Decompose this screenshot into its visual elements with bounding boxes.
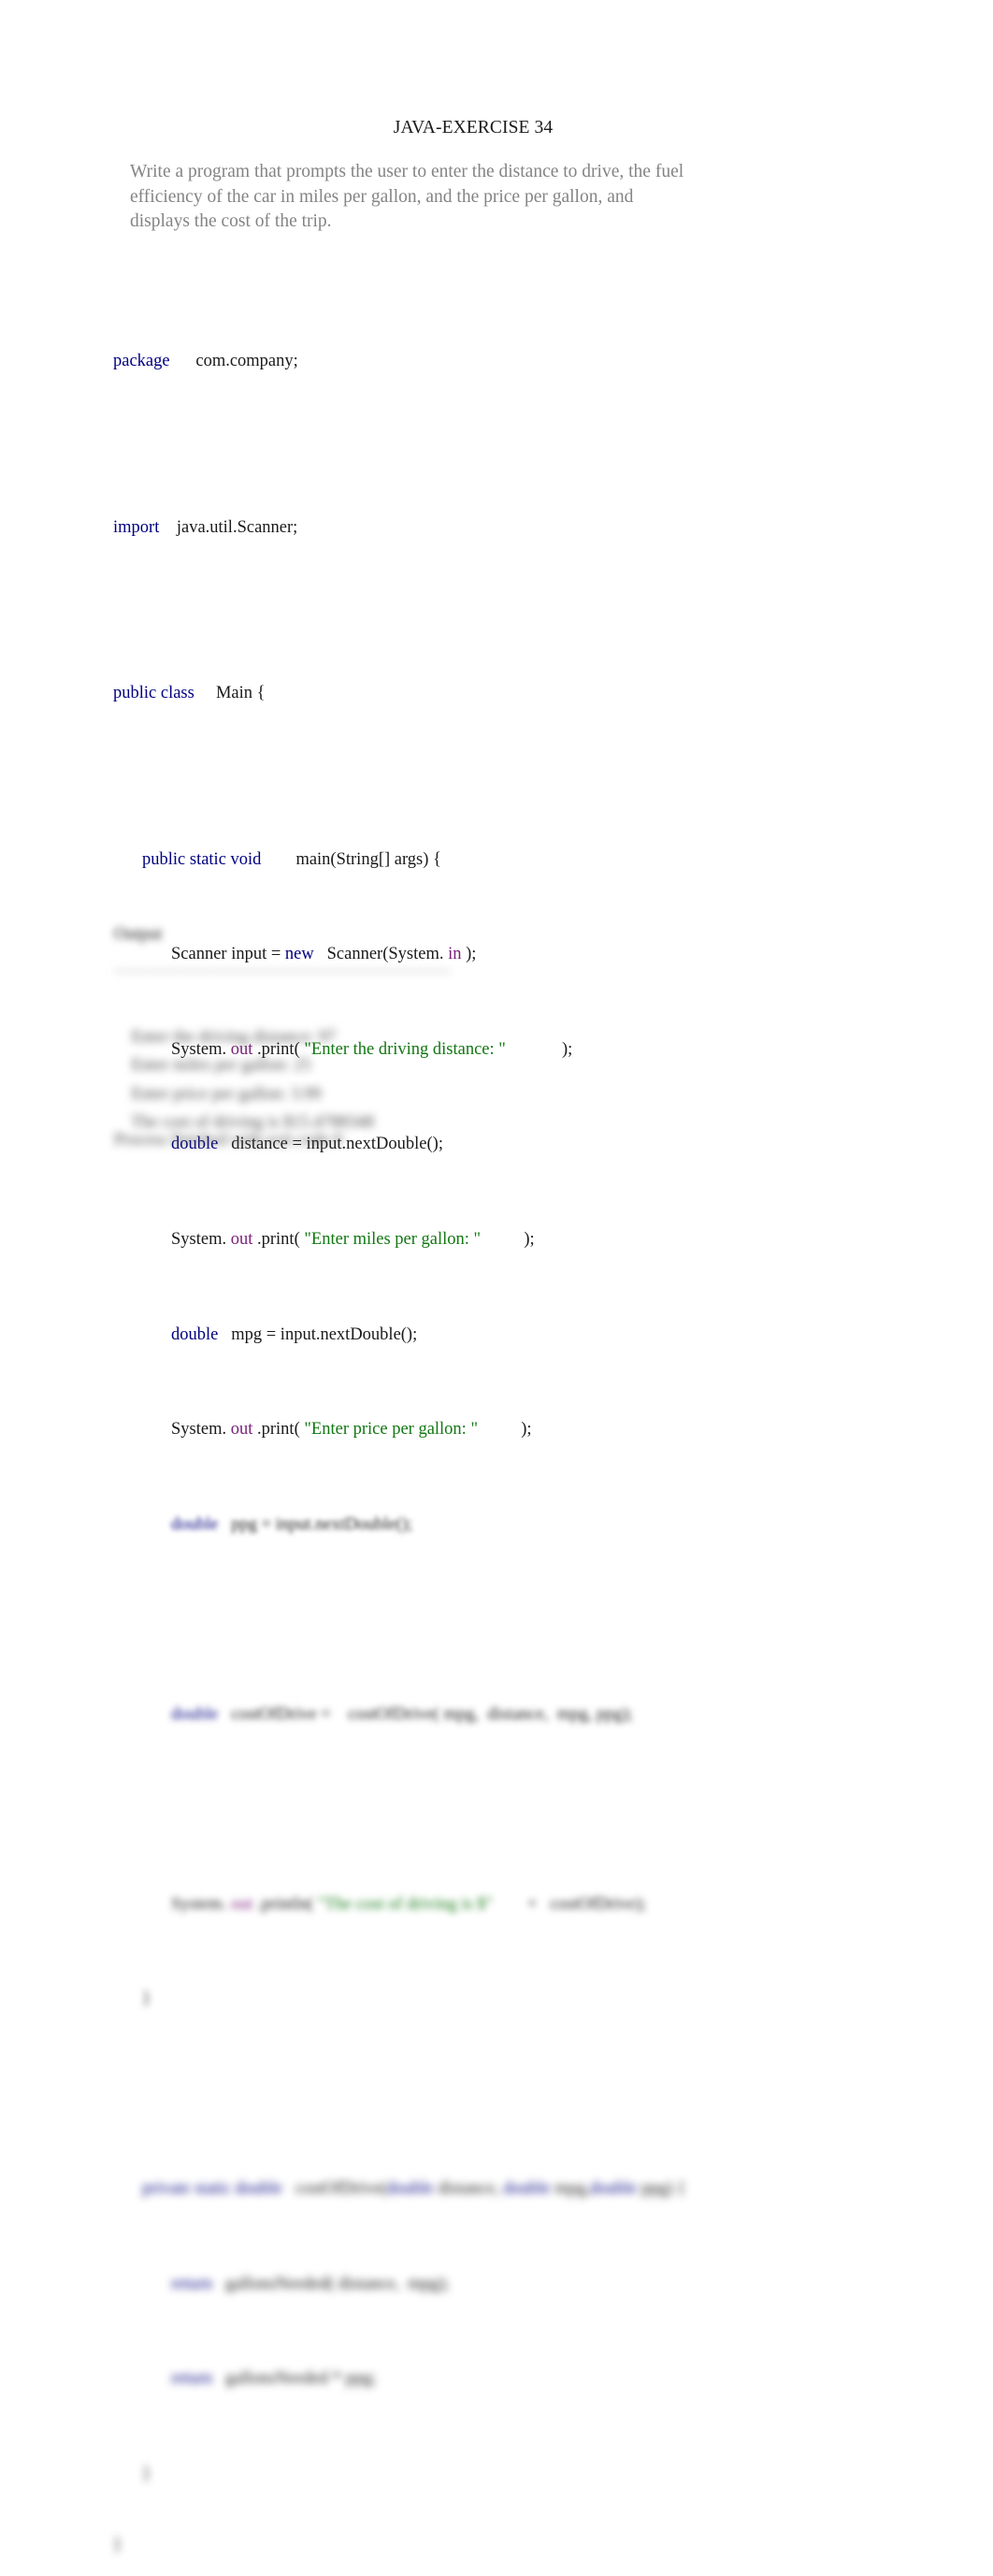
keyword-public-class: public class [113, 684, 194, 703]
decl-ppg: ppg = input.nextDouble(); [218, 1514, 413, 1534]
exercise-description: Write a program that prompts the user to… [130, 162, 684, 232]
page-title: JAVA-EXERCISE 34 [393, 118, 554, 137]
keyword-private-static-double: private static double [142, 2179, 283, 2199]
code-line-close-class: } [113, 2536, 122, 2555]
system-prefix: System. [171, 1894, 231, 1914]
code-line-decl-ppg: double ppg = input.nextDouble(); [113, 1513, 936, 1537]
import-name: java.util.Scanner; [176, 517, 298, 537]
keyword-double: double [171, 1704, 219, 1724]
keyword-double: double [171, 1324, 219, 1344]
console-line: Enter price per gallon: 3.99 [131, 1084, 322, 1104]
code-line-return-cost: return gallonsNeeded * ppg; [113, 2367, 936, 2391]
code-line-decl-mpg: double mpg = input.nextDouble(); [113, 1324, 936, 1347]
return-expr-gallons: gallonsNeeded( distance, mpg); [212, 2274, 450, 2294]
keyword-double: double [589, 2179, 638, 2199]
code-line-print-price: System. out .print( "Enter price per gal… [113, 1418, 936, 1441]
code-line-close-method: } [142, 2464, 151, 2483]
process-exit-message: Process finished with exit code 0 [114, 1131, 343, 1150]
scanner-ctor: Scanner(System. [313, 945, 449, 964]
code-spacer [113, 587, 936, 611]
return-expr-cost: gallonsNeeded * ppg; [212, 2369, 377, 2389]
code-spacer [113, 1609, 936, 1632]
code-line-print-mpg: System. out .print( "Enter miles per gal… [113, 1228, 936, 1252]
scanner-end: ); [461, 945, 477, 964]
java-code-block: package com.company; import java.util.Sc… [113, 279, 936, 2576]
code-spacer [113, 1798, 936, 1821]
print-call: .print( [252, 1230, 305, 1250]
code-line-import: import java.util.Scanner; [113, 516, 936, 540]
system-prefix: System. [171, 1420, 231, 1440]
package-name: com.company; [195, 352, 298, 371]
keyword-new: new [284, 945, 314, 964]
string-literal-price-prompt: "Enter price per gallon: " [304, 1420, 479, 1440]
scanner-decl: Scanner input = [171, 945, 285, 964]
print-end: ); [481, 1230, 535, 1250]
field-system-out: out [230, 1420, 253, 1440]
console-line: The cost of driving is $15.4788348 [131, 1113, 375, 1133]
decl-cost: costOfDrive = costOfDrive( mpg, distance… [218, 1704, 633, 1724]
main-signature: main(String[] args) { [295, 849, 441, 869]
field-system-out: out [230, 1230, 253, 1250]
print-end: ); [505, 1039, 573, 1059]
output-section-label: Output [114, 925, 163, 944]
code-line-print-result: System. out .println( "The cost of drivi… [113, 1893, 936, 1917]
string-literal-mpg-prompt: "Enter miles per gallon: " [304, 1230, 482, 1250]
string-literal-result: "The cost of driving is $" [317, 1894, 493, 1914]
decl-mpg: mpg = input.nextDouble(); [218, 1324, 418, 1344]
keyword-return: return [171, 2274, 213, 2294]
code-spacer [113, 753, 936, 776]
code-line-return-gallons: return gallonsNeeded( distance, mpg); [113, 2273, 936, 2296]
param-distance: distance, [433, 2179, 504, 2199]
keyword-return: return [171, 2369, 213, 2389]
system-prefix: System. [171, 1230, 231, 1250]
code-line-main-signature: public static void main(String[] args) { [113, 848, 936, 872]
code-line-class: public class Main { [113, 682, 936, 705]
code-line-decl-cost: double costOfDrive = costOfDrive( mpg, d… [113, 1703, 936, 1727]
output-divider: ----------------------------------------… [114, 962, 451, 978]
print-call: .print( [252, 1420, 305, 1440]
param-ppg: ppg) { [637, 2179, 686, 2199]
code-line-method-signature: private static double costOfDrive(double… [113, 2178, 936, 2201]
console-line: Enter the driving distance: 97 [131, 1027, 337, 1047]
class-name: Main { [215, 684, 266, 703]
console-line: Enter miles per gallon: 25 [131, 1056, 311, 1076]
keyword-double: double [386, 2179, 434, 2199]
field-system-in: in [448, 945, 462, 964]
method-name: costOfDrive( [282, 2179, 387, 2199]
keyword-double: double [503, 2179, 551, 2199]
code-spacer [113, 2083, 936, 2106]
println-call: .println( [252, 1894, 318, 1914]
print-end: ); [478, 1420, 532, 1440]
keyword-import: import [113, 517, 160, 537]
keyword-package: package [113, 352, 170, 371]
println-end: + costOfDrive); [492, 1894, 647, 1914]
document-page: JAVA-EXERCISE 34 Write a program that pr… [0, 0, 993, 2554]
keyword-double: double [171, 1514, 219, 1534]
keyword-public-static-void: public static void [142, 849, 262, 869]
code-line-close-main: } [142, 1990, 151, 2009]
code-spacer [113, 421, 936, 444]
code-line-package: package com.company; [113, 350, 936, 373]
field-system-out: out [230, 1894, 253, 1914]
param-mpg: mpg, [550, 2179, 590, 2199]
